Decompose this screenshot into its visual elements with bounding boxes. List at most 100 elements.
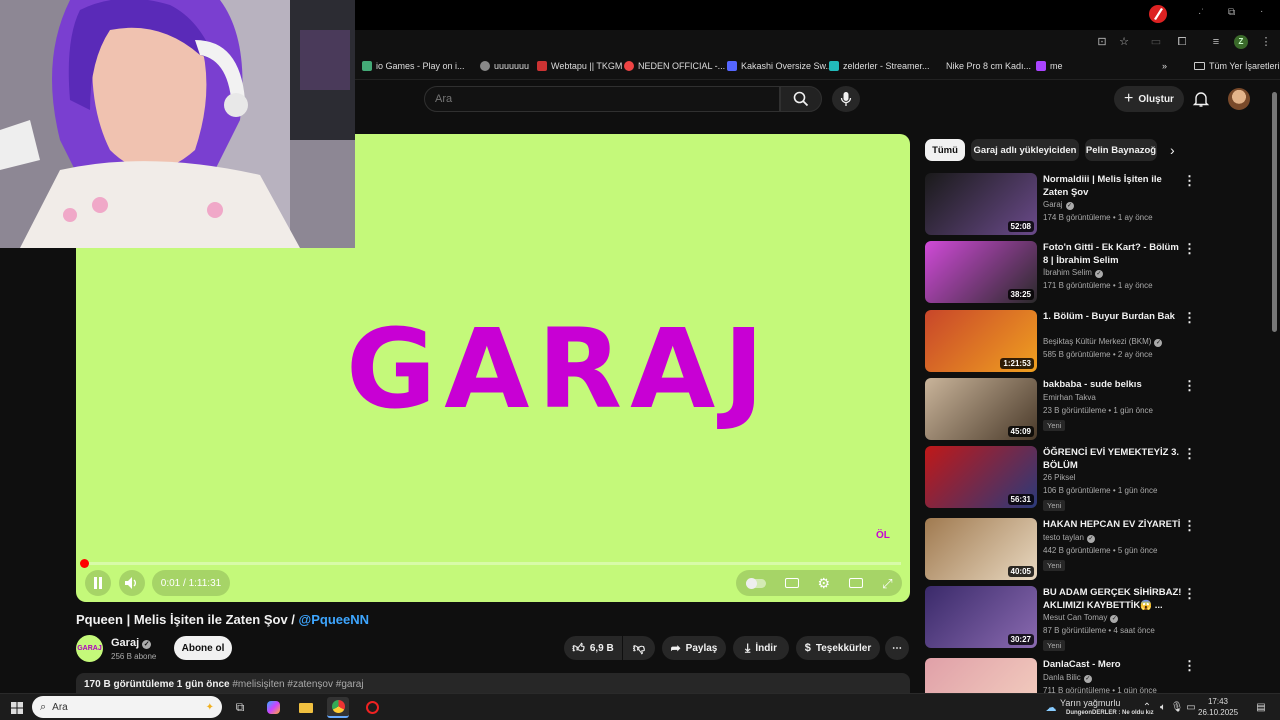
opera-gx-icon[interactable] bbox=[361, 697, 383, 718]
more-options-icon[interactable]: ⋮ bbox=[1183, 242, 1196, 257]
channel-name-text[interactable]: Garaj bbox=[1043, 200, 1063, 209]
chrome-icon[interactable] bbox=[327, 697, 349, 718]
share-button[interactable]: ➦ Paylaş bbox=[662, 636, 726, 660]
channel-name-text[interactable]: Danla Bilic bbox=[1043, 673, 1081, 682]
recommendation-title[interactable]: 1. Bölüm - Buyur Burdan Bak bbox=[1043, 310, 1183, 323]
settings-gear-icon[interactable]: ⚙ bbox=[818, 576, 831, 590]
progress-scrubber[interactable] bbox=[80, 559, 89, 568]
bookmark-item[interactable]: me bbox=[1036, 61, 1063, 71]
channel-name-text[interactable]: testo taylan bbox=[1043, 533, 1084, 542]
extension-icon[interactable]: ▭ bbox=[1150, 36, 1162, 48]
taskbar-search[interactable]: ⌕ Ara ✦ bbox=[32, 696, 222, 718]
channel-avatar[interactable]: GARAJ bbox=[76, 635, 103, 662]
account-avatar[interactable] bbox=[1228, 88, 1250, 110]
bookmark-item[interactable]: Webtapu || TKGM bbox=[537, 61, 622, 71]
volume-button[interactable] bbox=[119, 570, 145, 596]
download-button[interactable]: ⤓ İndir bbox=[733, 636, 789, 660]
recommendation-channel[interactable]: testo taylan ✓ bbox=[1043, 533, 1095, 543]
notification-center-icon[interactable]: ▤ bbox=[1250, 697, 1272, 718]
recommendation-thumbnail[interactable]: 52:08 bbox=[925, 173, 1037, 235]
bookmark-item[interactable]: Nike Pro 8 cm Kadı... bbox=[946, 61, 1031, 71]
play-pause-button[interactable] bbox=[85, 570, 111, 596]
recommendation-item[interactable]: 40:05 HAKAN HEPCAN EV ZİYARETİ testo tayla… bbox=[925, 518, 1196, 580]
chip-from-uploader[interactable]: Garaj adlı yükleyiciden bbox=[971, 139, 1079, 161]
more-actions-button[interactable]: ⋯ bbox=[885, 636, 909, 660]
puzzle-icon[interactable]: ⧠ bbox=[1176, 36, 1188, 48]
recommendation-channel[interactable]: İbrahim Selim ✓ bbox=[1043, 268, 1103, 278]
more-options-icon[interactable]: ⋮ bbox=[1183, 447, 1196, 462]
more-options-icon[interactable]: ⋮ bbox=[1183, 174, 1196, 189]
more-options-icon[interactable]: ⋮ bbox=[1183, 379, 1196, 394]
all-bookmarks-folder[interactable]: Tüm Yer İşaretleri bbox=[1194, 61, 1280, 71]
dislike-button[interactable]: 👎︎ bbox=[623, 636, 655, 660]
voice-search-button[interactable] bbox=[832, 86, 860, 112]
more-options-icon[interactable]: ⋮ bbox=[1183, 311, 1196, 326]
chip-pelin[interactable]: Pelin Baynazoğ bbox=[1085, 139, 1157, 161]
recommendation-channel[interactable]: Beşiktaş Kültür Merkezi (BKM) ✓ bbox=[1043, 337, 1163, 347]
channel-name-text[interactable]: İbrahim Selim bbox=[1043, 268, 1092, 277]
browser-menu-icon[interactable]: ⋮ bbox=[1260, 36, 1272, 48]
bookmark-item[interactable]: NEDEN OFFICIAL -... bbox=[624, 61, 725, 71]
bookmark-item[interactable]: Kakashi Oversize Sw... bbox=[727, 61, 833, 71]
more-options-icon[interactable]: ⋮ bbox=[1183, 659, 1196, 674]
search-input[interactable] bbox=[425, 87, 779, 111]
title-mention-link[interactable]: @PqueeNN bbox=[299, 612, 369, 627]
channel-name-text[interactable]: 26 Piksel bbox=[1043, 473, 1075, 482]
channel-name-text[interactable]: Beşiktaş Kültür Merkezi (BKM) bbox=[1043, 337, 1151, 346]
install-app-icon[interactable]: ⊡ bbox=[1096, 36, 1108, 48]
bookmark-item[interactable]: io Games - Play on i... bbox=[362, 61, 465, 71]
minimize-icon[interactable]: ·˙ bbox=[1198, 8, 1205, 19]
bookmark-item[interactable]: zelderler - Streamer... bbox=[829, 61, 930, 71]
recommendation-channel[interactable]: Garaj ✓ bbox=[1043, 200, 1074, 210]
recommendation-item[interactable]: 56:31 ÖĞRENCİ EVİ YEMEKTEYİZ 3. BÖLÜM 26 P… bbox=[925, 446, 1196, 511]
bookmarks-overflow-icon[interactable]: » bbox=[1162, 61, 1167, 71]
subscribe-button[interactable]: Abone ol bbox=[174, 636, 232, 660]
more-options-icon[interactable]: ⋮ bbox=[1183, 587, 1196, 602]
recommendation-title[interactable]: DanlaCast - Mero bbox=[1043, 658, 1183, 671]
copilot-icon[interactable] bbox=[262, 697, 284, 718]
notifications-bell-icon[interactable] bbox=[1192, 90, 1210, 108]
recommendation-item[interactable]: 38:25 Foto'n Gitti - Ek Kart? - Bölüm 8 |… bbox=[925, 241, 1196, 303]
recommendation-channel[interactable]: Danla Bilic ✓ bbox=[1043, 673, 1092, 683]
scrollbar-thumb[interactable] bbox=[1272, 92, 1277, 332]
recommendation-thumbnail[interactable]: 30:27 bbox=[925, 586, 1037, 648]
chip-next-chevron-icon[interactable]: › bbox=[1170, 142, 1175, 158]
profile-avatar[interactable]: Z bbox=[1234, 35, 1248, 49]
restore-icon[interactable]: ⧉ bbox=[1228, 7, 1235, 18]
recommendation-title[interactable]: Foto'n Gitti - Ek Kart? - Bölüm 8 | İbra… bbox=[1043, 241, 1183, 267]
more-options-icon[interactable]: ⋮ bbox=[1183, 519, 1196, 534]
recommendation-channel[interactable]: 26 Piksel bbox=[1043, 473, 1075, 482]
task-view-icon[interactable]: ⧉ bbox=[229, 697, 251, 718]
taskbar-clock[interactable]: 17:43 26.10.2025 bbox=[1198, 696, 1238, 718]
recommendation-thumbnail[interactable]: 45:09 bbox=[925, 378, 1037, 440]
recommendation-title[interactable]: bakbaba - sude belkıs bbox=[1043, 378, 1183, 391]
autoplay-toggle[interactable] bbox=[745, 577, 766, 589]
file-explorer-icon[interactable] bbox=[295, 697, 317, 718]
recommendation-channel[interactable]: Mesut Can Tomay ✓ bbox=[1043, 613, 1119, 623]
recommendation-thumbnail[interactable]: 38:25 bbox=[925, 241, 1037, 303]
recommendation-item[interactable]: 30:27 BU ADAM GERÇEK SİHİRBAZ! AKLIMIZI K… bbox=[925, 586, 1196, 651]
bookmark-star-icon[interactable]: ☆ bbox=[1118, 36, 1130, 48]
recommendation-channel[interactable]: Emirhan Takva bbox=[1043, 393, 1096, 402]
like-button[interactable]: 👍︎ 6,9 B bbox=[564, 636, 622, 660]
fullscreen-icon[interactable]: ⤢ bbox=[882, 577, 892, 590]
recommendation-title[interactable]: HAKAN HEPCAN EV ZİYARETİ bbox=[1043, 518, 1183, 531]
channel-name-text[interactable]: Emirhan Takva bbox=[1043, 393, 1096, 402]
create-button[interactable]: + Oluştur bbox=[1114, 86, 1184, 112]
channel-name-text[interactable]: Mesut Can Tomay bbox=[1043, 613, 1107, 622]
recommendation-item[interactable]: 45:09 bakbaba - sude belkıs Emirhan Takva 2… bbox=[925, 378, 1196, 440]
thanks-button[interactable]: $ Teşekkürler bbox=[796, 636, 880, 660]
page-scrollbar[interactable] bbox=[1270, 80, 1280, 693]
start-windows-icon[interactable] bbox=[6, 697, 28, 718]
recommendation-title[interactable]: BU ADAM GERÇEK SİHİRBAZ! AKLIMIZI KAYBET… bbox=[1043, 586, 1183, 612]
recommendation-thumbnail[interactable]: 56:31 bbox=[925, 446, 1037, 508]
close-icon[interactable]: · bbox=[1260, 6, 1263, 17]
tab-search-icon[interactable]: ≡ bbox=[1210, 36, 1222, 48]
recommendation-item[interactable]: 1:21:53 1. Bölüm - Buyur Burdan Bak Beşikt… bbox=[925, 310, 1196, 372]
recommendation-thumbnail[interactable]: 1:21:53 bbox=[925, 310, 1037, 372]
chip-all[interactable]: Tümü bbox=[925, 139, 965, 161]
search-button[interactable] bbox=[780, 86, 822, 112]
recommendation-thumbnail[interactable]: 40:05 bbox=[925, 518, 1037, 580]
channel-name[interactable]: Garaj ✓ bbox=[111, 637, 152, 649]
search-box[interactable] bbox=[424, 86, 780, 112]
